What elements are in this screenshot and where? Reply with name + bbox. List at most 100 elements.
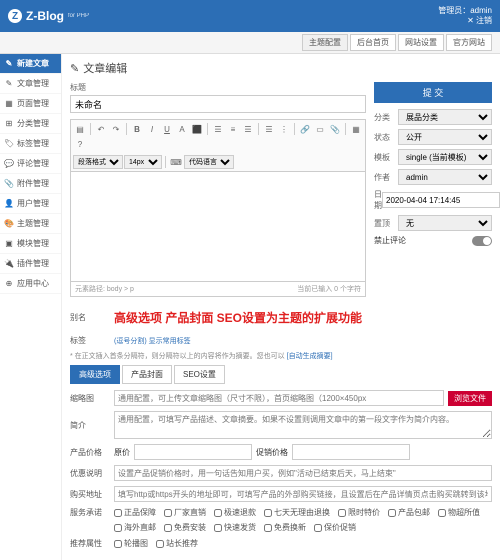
- sidebar-label: 插件管理: [17, 258, 49, 269]
- service-checkbox[interactable]: 厂家直销: [164, 507, 206, 518]
- pin-select[interactable]: 无: [398, 215, 492, 231]
- sidebar-icon: 🔌: [4, 259, 14, 268]
- rec-label: 推荐属性: [70, 538, 110, 549]
- sidebar-item-3[interactable]: ⊞分类管理: [0, 114, 61, 134]
- sidebar-label: 评论管理: [17, 158, 49, 169]
- page-title: ✎ 文章编辑: [70, 60, 492, 76]
- price1-input[interactable]: [134, 444, 252, 460]
- format-select[interactable]: 段落格式: [73, 155, 123, 169]
- italic-btn[interactable]: I: [145, 122, 159, 136]
- service-checkbox[interactable]: 七天无理由退换: [264, 507, 330, 518]
- font-btn[interactable]: A: [175, 122, 189, 136]
- topnav-admin[interactable]: 后台首页: [350, 34, 396, 51]
- tab-cover[interactable]: 产品封面: [122, 365, 172, 384]
- sidebar-icon: 🎨: [4, 219, 14, 228]
- sidebar-label: 用户管理: [17, 198, 49, 209]
- undo-btn[interactable]: ↶: [94, 122, 108, 136]
- rec-checkbox[interactable]: 轮播图: [114, 538, 148, 549]
- sidebar-item-7[interactable]: 👤用户管理: [0, 194, 61, 214]
- link-btn[interactable]: 🔗: [298, 122, 312, 136]
- sidebar-item-11[interactable]: ⊕应用中心: [0, 274, 61, 294]
- sidebar: ✎新建文章✎文章管理▦页面管理⊞分类管理🏷标签管理💬评论管理📎附件管理👤用户管理…: [0, 54, 62, 560]
- price2-input[interactable]: [292, 444, 410, 460]
- sidebar-item-6[interactable]: 📎附件管理: [0, 174, 61, 194]
- sidebar-item-4[interactable]: 🏷标签管理: [0, 134, 61, 154]
- thumb-input[interactable]: [114, 390, 444, 406]
- sidebar-label: 文章管理: [17, 78, 49, 89]
- sidebar-item-8[interactable]: 🎨主题管理: [0, 214, 61, 234]
- align-right-btn[interactable]: ☰: [241, 122, 255, 136]
- code-btn[interactable]: ⌨: [169, 155, 183, 169]
- sidebar-icon: 👤: [4, 199, 14, 208]
- title-label: 标题: [70, 82, 366, 93]
- promo-input[interactable]: [114, 465, 492, 481]
- attach-btn[interactable]: 📎: [328, 122, 342, 136]
- logout-link[interactable]: ✕ 注销: [438, 16, 492, 26]
- align-left-btn[interactable]: ☰: [211, 122, 225, 136]
- banner-text: 高级选项 产品封面 SEO设置为主题的扩展功能: [114, 305, 492, 330]
- sidebar-icon: ▦: [4, 99, 14, 108]
- topnav-theme[interactable]: 主题配置: [302, 34, 348, 51]
- sidebar-item-0[interactable]: ✎新建文章: [0, 54, 61, 74]
- tab-advanced[interactable]: 高级选项: [70, 365, 120, 384]
- sidebar-label: 分类管理: [17, 118, 49, 129]
- color-btn[interactable]: ⬛: [190, 122, 204, 136]
- service-checkbox[interactable]: 物超所值: [438, 507, 480, 518]
- tags-label: 标签: [70, 335, 110, 346]
- auto-summary-link[interactable]: [自动生成摘要]: [287, 353, 333, 360]
- date-input[interactable]: [382, 192, 500, 208]
- tab-seo[interactable]: SEO设置: [174, 365, 225, 384]
- sidebar-label: 模块管理: [17, 238, 49, 249]
- more-btn[interactable]: ?: [73, 137, 87, 151]
- underline-btn[interactable]: U: [160, 122, 174, 136]
- category-select[interactable]: 展品分类: [398, 109, 492, 125]
- image-btn[interactable]: ▭: [313, 122, 327, 136]
- template-select[interactable]: single (当前模板): [398, 149, 492, 165]
- service-checkbox[interactable]: 免费换新: [264, 522, 306, 533]
- browse-button[interactable]: 浏览文件: [448, 391, 492, 406]
- service-checkbox[interactable]: 产品包邮: [388, 507, 430, 518]
- sidebar-item-2[interactable]: ▦页面管理: [0, 94, 61, 114]
- editor-body[interactable]: [70, 172, 366, 282]
- service-checkbox[interactable]: 海外直邮: [114, 522, 156, 533]
- banner-note: (逗号分割) 显示常用标签: [114, 336, 191, 346]
- topnav-official[interactable]: 官方网站: [446, 34, 492, 51]
- sidebar-item-5[interactable]: 💬评论管理: [0, 154, 61, 174]
- sidebar-item-9[interactable]: ▣模块管理: [0, 234, 61, 254]
- service-checkbox[interactable]: 限时特价: [338, 507, 380, 518]
- status-select[interactable]: 公开: [398, 129, 492, 145]
- sidebar-label: 应用中心: [17, 278, 49, 289]
- rec-checkbox[interactable]: 站长推荐: [156, 538, 198, 549]
- buy-input[interactable]: [114, 486, 492, 502]
- intro-input[interactable]: [114, 411, 492, 439]
- source-btn[interactable]: ▤: [73, 122, 87, 136]
- title-input[interactable]: [70, 95, 366, 113]
- bold-btn[interactable]: B: [130, 122, 144, 136]
- sidebar-icon: 💬: [4, 159, 14, 168]
- sidebar-label: 附件管理: [17, 178, 49, 189]
- service-checkbox[interactable]: 快速发货: [214, 522, 256, 533]
- sidebar-icon: ⊕: [4, 279, 14, 288]
- redo-btn[interactable]: ↷: [109, 122, 123, 136]
- sidebar-item-10[interactable]: 🔌插件管理: [0, 254, 61, 274]
- hint-text: * 在正文插入首条分隔符，则分隔符以上的内容将作为摘要。您也可以 [自动生成摘要…: [70, 351, 492, 361]
- topnav-settings[interactable]: 网站设置: [398, 34, 444, 51]
- service-checkbox[interactable]: 免费安装: [164, 522, 206, 533]
- align-center-btn[interactable]: ≡: [226, 122, 240, 136]
- codelang-select[interactable]: 代码语言: [184, 155, 234, 169]
- sidebar-label: 主题管理: [17, 218, 49, 229]
- sidebar-icon: ✎: [4, 59, 14, 68]
- fontsize-select[interactable]: 14px: [124, 155, 162, 169]
- author-select[interactable]: admin: [398, 169, 492, 185]
- service-checkbox[interactable]: 正品保障: [114, 507, 156, 518]
- list-btn[interactable]: ☰: [262, 122, 276, 136]
- logo-icon: Z: [8, 9, 22, 23]
- table-btn[interactable]: ▦: [349, 122, 363, 136]
- sidebar-item-1[interactable]: ✎文章管理: [0, 74, 61, 94]
- service-checkbox[interactable]: 极速退款: [214, 507, 256, 518]
- olist-btn[interactable]: ⋮: [277, 122, 291, 136]
- comment-label: 禁止评论: [374, 235, 406, 246]
- comment-toggle[interactable]: [472, 236, 492, 246]
- service-checkbox[interactable]: 保价促销: [314, 522, 356, 533]
- submit-button[interactable]: 提 交: [374, 82, 492, 103]
